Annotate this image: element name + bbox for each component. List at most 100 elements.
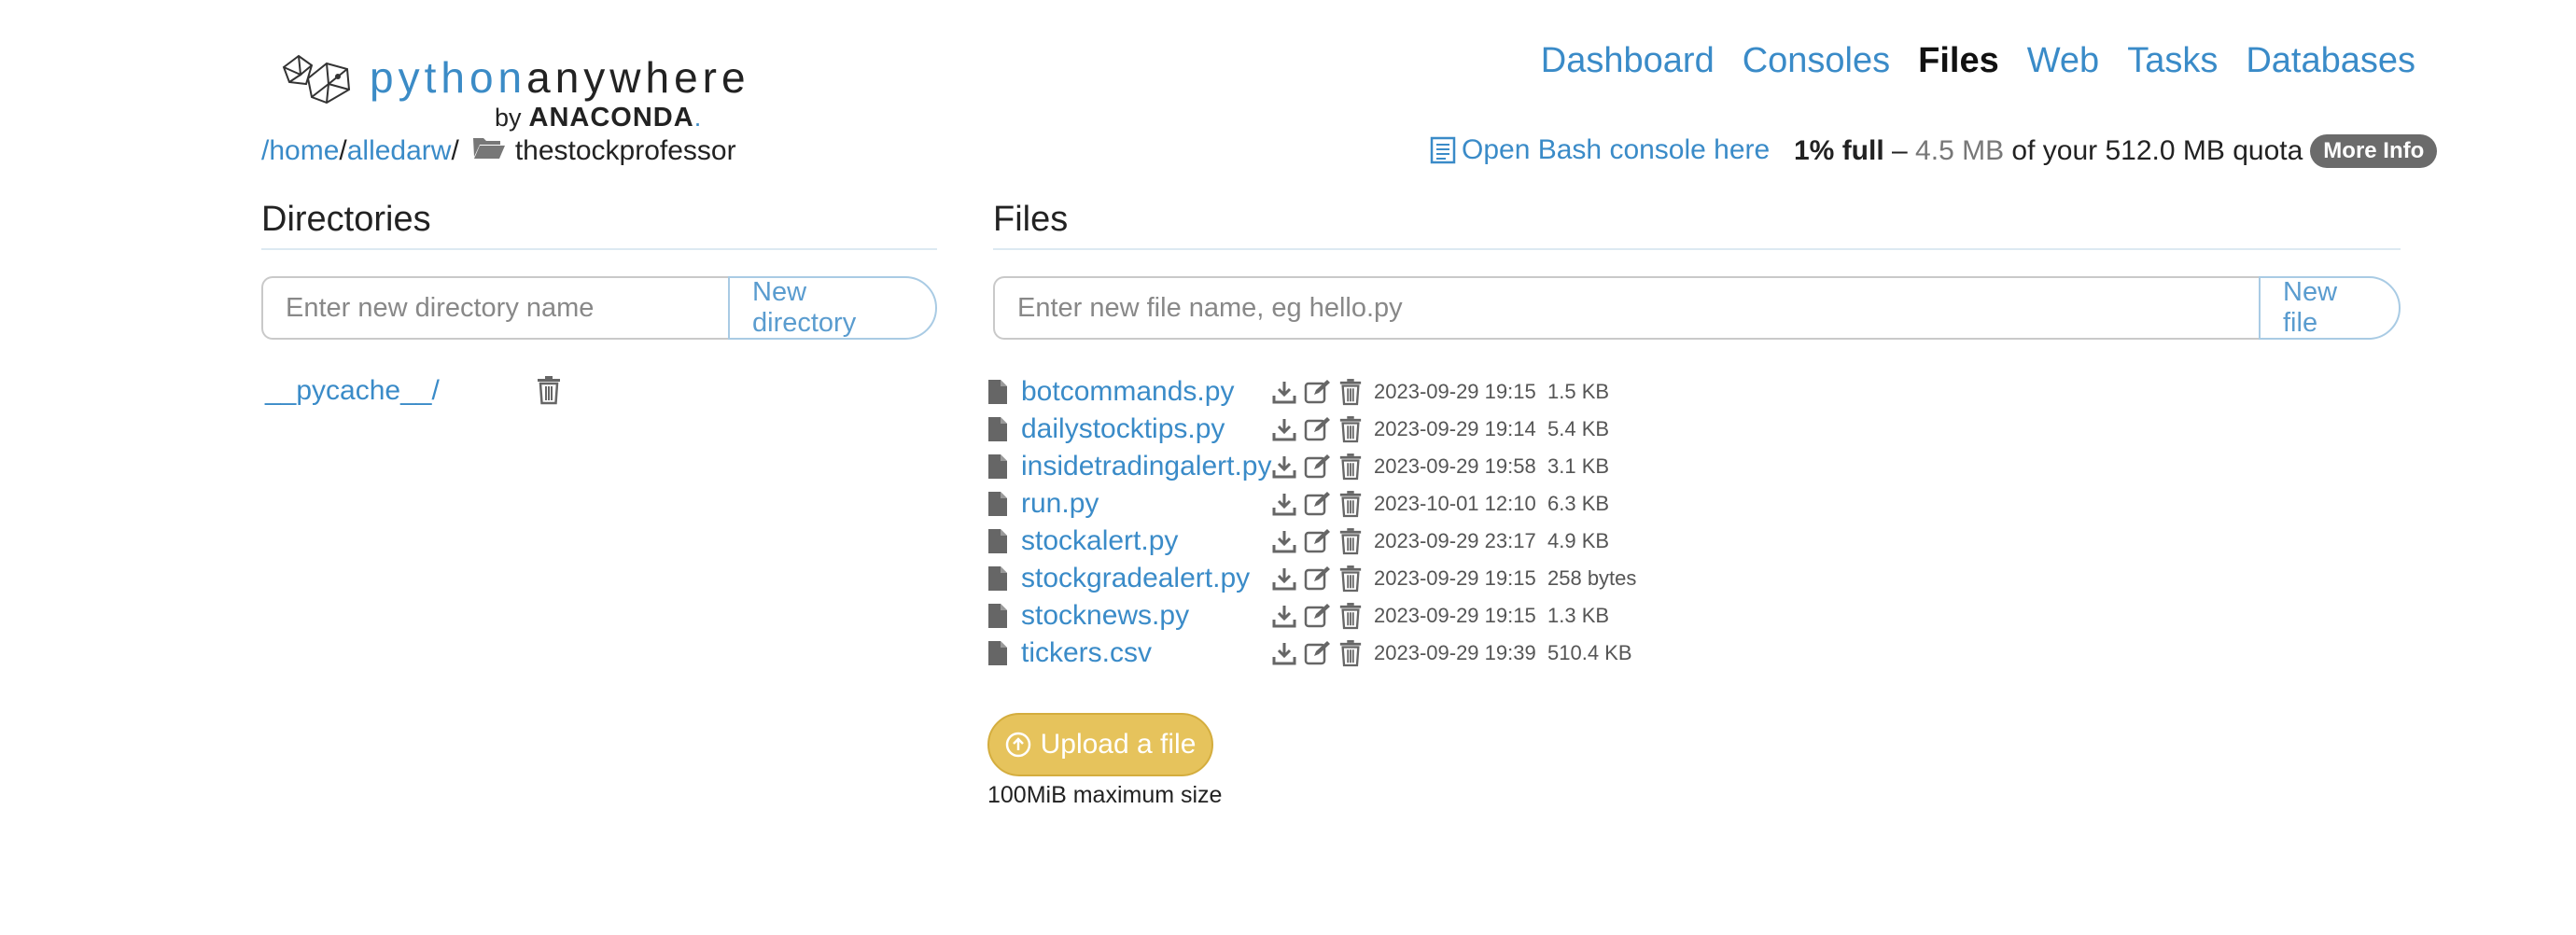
file-icon [987,565,1012,592]
file-name-link[interactable]: stockgradealert.py [1021,563,1250,594]
download-icon[interactable] [1271,528,1297,554]
edit-icon[interactable] [1304,379,1332,405]
file-row: tickers.csv 2023-09-29 19:39 510.4 KB [987,635,1632,672]
more-info-button[interactable]: More Info [2310,134,2438,168]
directory-item[interactable]: __pycache__/ [265,375,440,407]
breadcrumb-separator: / [339,135,347,166]
quota-used: 4.5 MB [1915,135,2005,166]
breadcrumb-home[interactable]: home [269,135,339,167]
trash-icon[interactable] [1338,453,1363,481]
file-date: 2023-09-29 19:14 [1374,417,1536,440]
nav-web[interactable]: Web [2027,41,2099,81]
breadcrumb-user[interactable]: alledarw [347,135,452,167]
file-date: 2023-09-29 19:15 [1374,604,1536,627]
upload-size-note: 100MiB maximum size [987,782,1223,808]
breadcrumb: / home / alledarw / thestockprofessor [261,134,736,168]
new-file-form: Enter new file name, eg hello.py New fil… [993,276,2401,340]
file-name-link[interactable]: tickers.csv [1021,637,1152,669]
file-row: insidetradingalert.py 2023-09-29 19:58 3.1… [987,448,1609,485]
download-icon[interactable] [1271,565,1297,592]
download-icon[interactable] [1271,603,1297,629]
file-name-link[interactable]: insidetradingalert.py [1021,451,1272,482]
file-row: run.py 2023-10-01 12:10 6.3 KB [987,485,1609,523]
file-actions [1271,490,1363,518]
file-icon [987,416,1012,442]
file-date: 2023-10-01 12:10 [1374,492,1536,515]
nav-tasks[interactable]: Tasks [2127,41,2218,81]
download-icon[interactable] [1271,640,1297,666]
file-actions [1271,527,1363,555]
file-date: 2023-09-29 19:15 [1374,566,1536,590]
logo-wordmark: pythonanywhere [370,53,750,102]
upload-icon [1005,732,1031,758]
file-row: stocknews.py 2023-09-29 19:15 1.3 KB [987,597,1609,635]
file-row: stockgradealert.py 2023-09-29 19:15 258 by… [987,560,1636,597]
file-date: 2023-09-29 19:58 [1374,454,1536,478]
file-name-link[interactable]: stockalert.py [1021,525,1178,557]
new-directory-button[interactable]: New directory [728,276,937,340]
download-icon[interactable] [1271,454,1297,480]
trash-icon[interactable] [1338,378,1363,406]
edit-icon[interactable] [1304,454,1332,480]
new-file-button[interactable]: New file [2259,276,2401,340]
trash-icon[interactable] [1338,527,1363,555]
file-actions [1271,602,1363,630]
trash-icon[interactable] [536,375,562,410]
upload-label: Upload a file [1040,729,1197,760]
edit-icon[interactable] [1304,416,1332,442]
file-actions [1271,565,1363,593]
edit-icon[interactable] [1304,565,1332,592]
file-row: stockalert.py 2023-09-29 23:17 4.9 KB [987,523,1609,560]
quota-percent: 1% full [1794,135,1884,166]
logo-by-anaconda: by ANACONDA. [495,103,702,133]
file-size: 3.1 KB [1547,454,1610,478]
file-date: 2023-09-29 19:15 [1374,380,1536,403]
breadcrumb-root[interactable]: / [261,135,269,167]
nav-databases[interactable]: Databases [2246,41,2415,81]
file-name-link[interactable]: dailystocktips.py [1021,413,1225,445]
edit-icon[interactable] [1304,603,1332,629]
new-directory-input[interactable]: Enter new directory name [261,276,728,340]
file-icon [987,603,1012,629]
trash-icon[interactable] [1338,565,1363,593]
open-bash-console-link[interactable]: Open Bash console here [1430,134,1770,166]
directories-divider [261,248,937,250]
file-name-link[interactable]: stocknews.py [1021,600,1189,632]
file-date: 2023-09-29 23:17 [1374,529,1536,552]
file-icon [987,454,1012,480]
trash-icon[interactable] [1338,639,1363,667]
file-size: 1.3 KB [1547,604,1610,627]
nav-dashboard[interactable]: Dashboard [1541,41,1715,81]
download-icon[interactable] [1271,416,1297,442]
folder-open-icon [472,134,506,168]
nav-files[interactable]: Files [1918,41,1999,81]
download-icon[interactable] [1271,491,1297,517]
trash-icon[interactable] [1338,415,1363,443]
edit-icon[interactable] [1304,528,1332,554]
edit-icon[interactable] [1304,491,1332,517]
new-file-input[interactable]: Enter new file name, eg hello.py [993,276,2259,340]
console-icon [1430,136,1456,164]
nav-consoles[interactable]: Consoles [1743,41,1890,81]
file-name-link[interactable]: run.py [1021,488,1099,520]
files-divider [993,248,2401,250]
download-icon[interactable] [1271,379,1297,405]
file-actions [1271,415,1363,443]
file-icon [987,640,1012,666]
trash-icon[interactable] [1338,490,1363,518]
pythonanywhere-logo-icon [282,54,351,105]
file-size: 5.4 KB [1547,417,1610,440]
quota-rest: of your 512.0 MB quota [2004,135,2303,166]
file-name-link[interactable]: botcommands.py [1021,376,1234,408]
pythonanywhere-logo[interactable]: pythonanywhere by ANACONDA. [280,49,746,138]
console-link-label: Open Bash console here [1462,134,1771,165]
trash-icon[interactable] [1338,602,1363,630]
directories-title: Directories [261,200,431,239]
top-nav: Dashboard Consoles Files Web Tasks Datab… [1541,41,2415,81]
edit-icon[interactable] [1304,640,1332,666]
quota-dash: – [1883,135,1916,166]
file-actions [1271,639,1363,667]
upload-file-button[interactable]: Upload a file [987,713,1213,776]
file-size: 510.4 KB [1547,641,1632,664]
file-date: 2023-09-29 19:39 [1374,641,1536,664]
